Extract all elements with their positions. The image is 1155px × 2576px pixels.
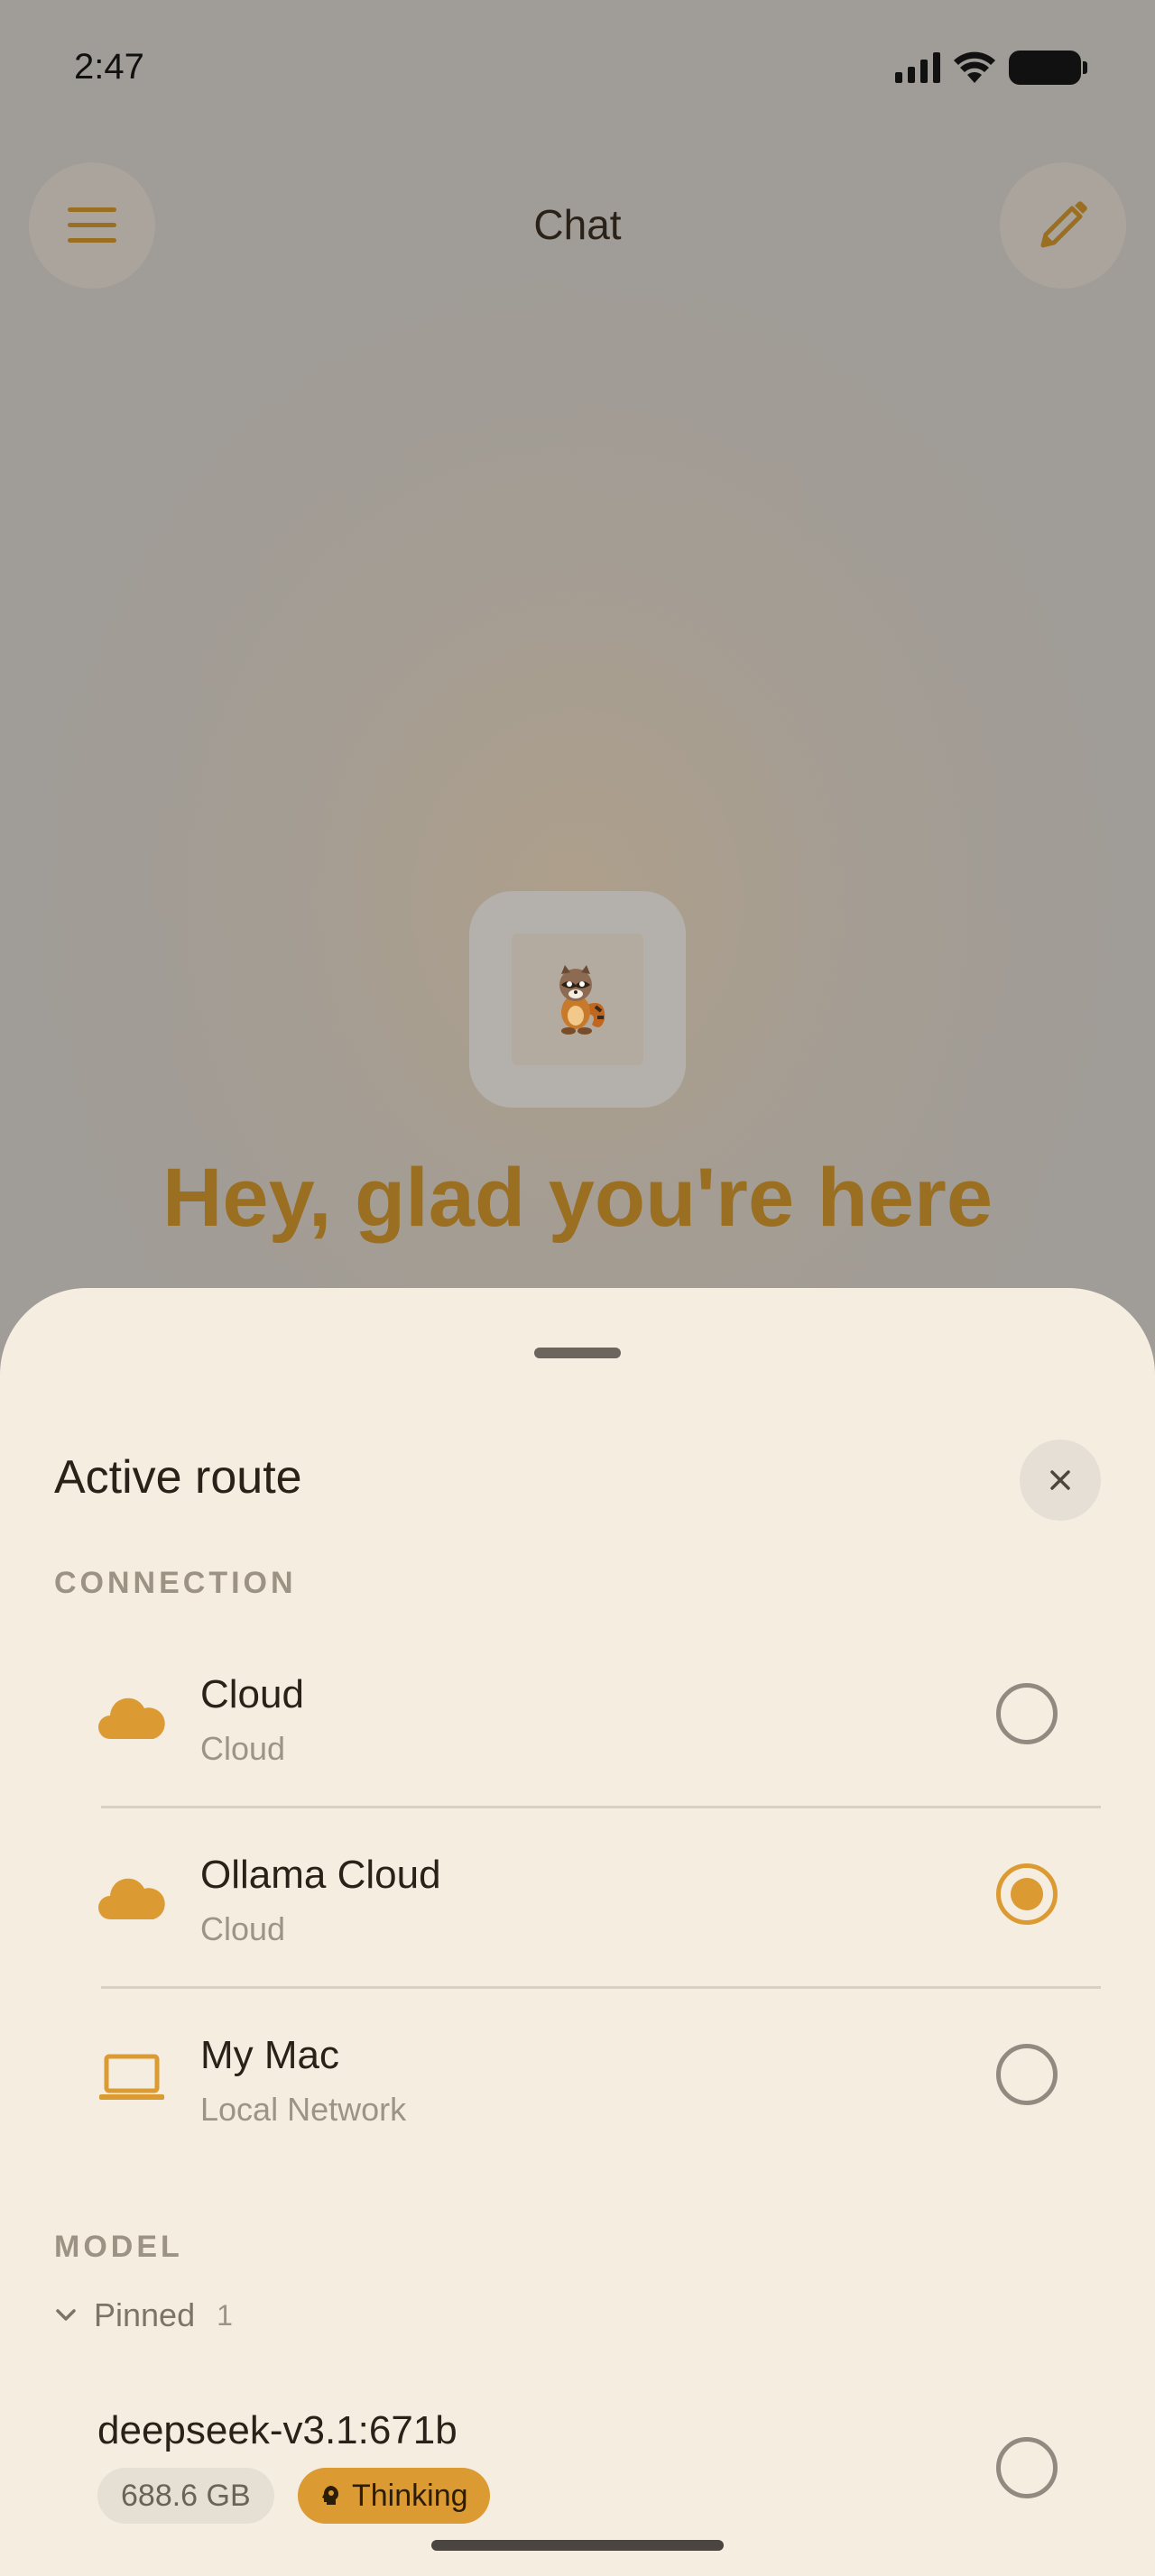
sheet-title: Active route — [54, 1451, 302, 1504]
cloud-icon — [98, 1697, 165, 1739]
close-button[interactable] — [1020, 1440, 1101, 1521]
radio-button-selected[interactable] — [996, 1863, 1058, 1925]
new-chat-button[interactable] — [1000, 162, 1126, 289]
connection-type: Cloud — [200, 1910, 286, 1947]
pinned-label: Pinned — [94, 2296, 196, 2333]
raccoon-mascot-image — [512, 934, 643, 1065]
connection-type: Local Network — [200, 2091, 407, 2128]
thinking-badge: Thinking — [298, 2468, 490, 2524]
page-title: Chat — [533, 201, 622, 248]
chevron-down-icon — [56, 2309, 76, 2321]
status-bar: 2:47 — [0, 0, 1155, 135]
pencil-icon — [1040, 201, 1087, 248]
pinned-count: 1 — [217, 2298, 233, 2332]
connection-name: My Mac — [200, 2033, 339, 2077]
laptop-icon — [99, 2054, 164, 2100]
connection-name: Cloud — [200, 1672, 304, 1716]
cellular-signal-icon — [895, 52, 940, 83]
connection-name: Ollama Cloud — [200, 1853, 441, 1897]
cloud-icon — [98, 1878, 165, 1919]
radio-button-unselected[interactable] — [996, 2044, 1058, 2105]
top-navigation: Chat — [0, 162, 1155, 289]
connection-section-label: CONNECTION — [54, 1566, 297, 1600]
battery-icon — [1009, 51, 1087, 85]
model-radio-button-unselected[interactable] — [996, 2437, 1058, 2498]
model-name[interactable]: deepseek-v3.1:671b — [97, 2408, 457, 2453]
brain-icon — [322, 2486, 338, 2505]
mascot-tile — [469, 891, 686, 1108]
connection-row-cloud[interactable]: Cloud Cloud — [0, 1643, 1155, 1824]
model-size-badge: 688.6 GB — [97, 2468, 274, 2524]
connection-type: Cloud — [200, 1730, 286, 1767]
status-icons — [895, 51, 1087, 85]
status-time: 2:47 — [74, 47, 144, 87]
close-icon — [1050, 1470, 1070, 1490]
welcome-heading: Hey, glad you're here — [162, 1152, 993, 1244]
wifi-icon — [954, 51, 995, 83]
connection-row-my-mac[interactable]: My Mac Local Network — [0, 2004, 1155, 2185]
radio-button-unselected[interactable] — [996, 1683, 1058, 1744]
home-indicator[interactable] — [431, 2540, 724, 2551]
pinned-group-toggle[interactable]: Pinned 1 — [54, 2296, 233, 2334]
sheet-drag-handle[interactable] — [534, 1348, 621, 1358]
model-section-label: MODEL — [54, 2230, 183, 2264]
connection-row-ollama-cloud[interactable]: Ollama Cloud Cloud — [0, 1824, 1155, 2004]
divider — [101, 1986, 1101, 1989]
divider — [101, 1806, 1101, 1808]
thinking-badge-label: Thinking — [352, 2478, 468, 2513]
